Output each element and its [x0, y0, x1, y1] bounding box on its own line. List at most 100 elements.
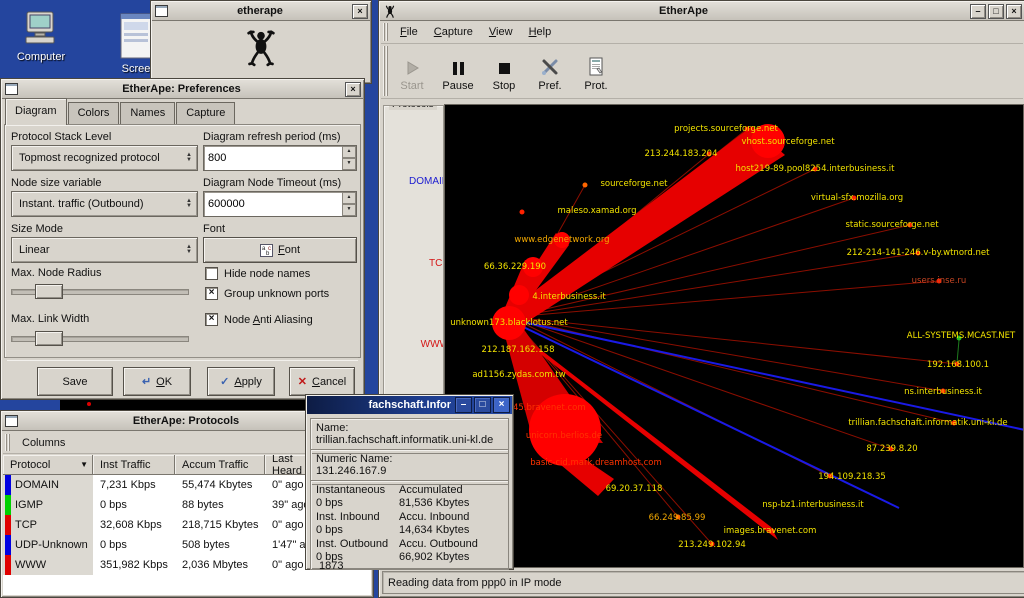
- menu-view[interactable]: View: [481, 23, 521, 41]
- node-label[interactable]: 66.249.85.99: [649, 513, 706, 523]
- maximize-icon[interactable]: □: [988, 4, 1004, 19]
- node-label[interactable]: 213.244.183.204: [644, 149, 717, 159]
- computer-icon: [21, 8, 61, 48]
- node-dot[interactable]: [583, 183, 588, 188]
- column-header-protocol[interactable]: Protocol▼: [3, 455, 93, 475]
- node-label[interactable]: unicorn.berlios.de: [526, 431, 602, 441]
- menu-columns[interactable]: Columns: [14, 434, 73, 452]
- node-label[interactable]: 87.239.8.20: [866, 444, 917, 454]
- inst-traffic: 32,608 Kbps: [93, 515, 175, 535]
- toolbar-stop-button[interactable]: Stop: [482, 44, 526, 92]
- close-icon[interactable]: ×: [345, 82, 361, 97]
- node-label[interactable]: static.sourceforge.net: [845, 220, 939, 230]
- node-label[interactable]: unknown173.blacklotus.net: [450, 318, 568, 328]
- inst-traffic: 351,982 Kbps: [93, 555, 175, 575]
- node-label[interactable]: 192.168.100.1: [927, 360, 989, 370]
- node-label[interactable]: trillian.fachschaft.informatik.uni-kl.de: [848, 418, 1007, 428]
- menu-capture[interactable]: Capture: [426, 23, 481, 41]
- toolbar-pref-button[interactable]: Pref.: [528, 44, 572, 92]
- node-label[interactable]: images.bravenet.com: [724, 526, 817, 536]
- node-size-variable-select[interactable]: Instant. traffic (Outbound) ▲▼: [11, 191, 198, 217]
- node-label[interactable]: 212.187.162.158: [481, 345, 554, 355]
- slider-handle[interactable]: [35, 284, 63, 299]
- node-label[interactable]: maleso.xamad.org: [557, 206, 636, 216]
- max-link-width-slider[interactable]: [11, 331, 189, 344]
- checkbox-group-unknown-ports[interactable]: ×Group unknown ports: [205, 287, 329, 300]
- close-icon[interactable]: ×: [352, 4, 368, 19]
- menu-help[interactable]: Help: [521, 23, 560, 41]
- window-thumbnail-icon: [119, 12, 153, 60]
- desktop-icon-computer[interactable]: Computer: [6, 8, 76, 63]
- checkbox-hide-node-names[interactable]: Hide node names: [205, 267, 310, 280]
- checkbox-node-anti-aliasing[interactable]: ×Node Anti Aliasing: [205, 313, 313, 326]
- minimize-icon[interactable]: –: [970, 4, 986, 19]
- toolbar-prot-button[interactable]: Prot.: [574, 44, 618, 92]
- tab-capture[interactable]: Capture: [176, 102, 235, 125]
- slider-handle[interactable]: [35, 331, 63, 346]
- tab-diagram[interactable]: Diagram: [5, 98, 67, 125]
- legend-item-www: WWW: [421, 339, 444, 350]
- node-label[interactable]: virtual-sfx.mozilla.org: [811, 193, 903, 203]
- tab-colors[interactable]: Colors: [68, 102, 120, 125]
- node-label[interactable]: c45.bravenet.com: [508, 403, 585, 413]
- toolbar-pause-button[interactable]: Pause: [436, 44, 480, 92]
- close-icon[interactable]: ×: [493, 397, 510, 413]
- window-icon: [5, 415, 18, 427]
- column-header-inst-traffic[interactable]: Inst Traffic: [93, 455, 175, 475]
- node-label[interactable]: www.edgenetwork.org: [514, 235, 609, 245]
- node-label[interactable]: vhost.sourceforge.net: [741, 137, 835, 147]
- refresh-period-spinbox[interactable]: 800 ▲▼: [203, 145, 357, 171]
- node-label[interactable]: 66.36.229.190: [484, 262, 546, 272]
- etherape-splash-titlebar[interactable]: etherape ×: [152, 2, 370, 21]
- node-label[interactable]: projects.sourceforge.net: [674, 124, 778, 134]
- node-label[interactable]: ad1156.zydas.com.tw: [472, 370, 565, 380]
- node-label[interactable]: nsp-bz1.interbusiness.it: [762, 500, 864, 510]
- checkbox-box: [205, 267, 218, 280]
- node-circle[interactable]: [509, 285, 529, 305]
- node-label[interactable]: basic-cid.mark.dreamhost.com: [530, 458, 662, 468]
- node-label[interactable]: host219-89.pool8254.interbusiness.it: [736, 164, 896, 174]
- protocol-color-swatch: [5, 555, 11, 575]
- node-info-titlebar[interactable]: fachschaft.Infor – □ ×: [307, 396, 512, 414]
- node-label[interactable]: sourceforge.net: [600, 179, 668, 189]
- node-timeout-spinbox[interactable]: 600000 ▲▼: [203, 191, 357, 217]
- ok-button[interactable]: ↵OK: [123, 367, 191, 396]
- tab-names[interactable]: Names: [120, 102, 175, 125]
- size-mode-select[interactable]: Linear ▲▼: [11, 237, 198, 263]
- max-node-radius-slider[interactable]: [11, 284, 189, 297]
- node-label[interactable]: 69.20.37.118: [606, 484, 663, 494]
- menubar-grip[interactable]: [5, 434, 10, 451]
- preferences-titlebar[interactable]: EtherApe: Preferences ×: [2, 80, 363, 99]
- accum-traffic: 218,715 Kbytes: [175, 515, 265, 535]
- spin-down-icon: ▼: [342, 204, 356, 216]
- spin-buttons[interactable]: ▲▼: [342, 146, 356, 170]
- network-canvas[interactable]: projects.sourceforge.net vhost.sourceforg…: [444, 104, 1024, 568]
- toolbar-grip[interactable]: [383, 46, 388, 96]
- menubar-grip[interactable]: [383, 23, 388, 41]
- save-button[interactable]: Save: [37, 367, 113, 396]
- maximize-icon[interactable]: □: [474, 397, 491, 413]
- close-icon[interactable]: ×: [1006, 4, 1022, 19]
- protocol-color-swatch: [5, 515, 11, 535]
- column-header-accum-traffic[interactable]: Accum Traffic: [175, 455, 265, 475]
- node-label[interactable]: 194.109.218.35: [818, 472, 886, 482]
- play-icon: [403, 59, 421, 77]
- node-label[interactable]: users.inse.ru: [912, 276, 967, 286]
- menu-file[interactable]: File: [392, 23, 426, 41]
- apply-button[interactable]: ✓Apply: [207, 367, 275, 396]
- cancel-button[interactable]: ✕Cancel: [289, 367, 355, 396]
- font-select-icon: ab c: [260, 244, 273, 257]
- main-titlebar[interactable]: EtherApe – □ ×: [380, 2, 1024, 21]
- node-label[interactable]: 4.interbusiness.it: [532, 292, 606, 302]
- node-label[interactable]: 212-214-141-246.v-by.wtnord.net: [847, 248, 991, 258]
- node-label[interactable]: ns.interbusiness.it: [904, 387, 982, 397]
- protocol-stack-level-select[interactable]: Topmost recognized protocol ▲▼: [11, 145, 198, 171]
- sort-arrow-icon: ▼: [80, 460, 88, 469]
- node-label[interactable]: ALL-SYSTEMS.MCAST.NET: [907, 331, 1016, 341]
- inst-traffic: 0 bps: [93, 535, 175, 555]
- minimize-icon[interactable]: –: [455, 397, 472, 413]
- node-dot[interactable]: [520, 210, 525, 215]
- node-label[interactable]: 213.249.102.94: [678, 540, 746, 550]
- font-button[interactable]: ab c Font: [203, 237, 357, 263]
- spin-buttons[interactable]: ▲▼: [342, 192, 356, 216]
